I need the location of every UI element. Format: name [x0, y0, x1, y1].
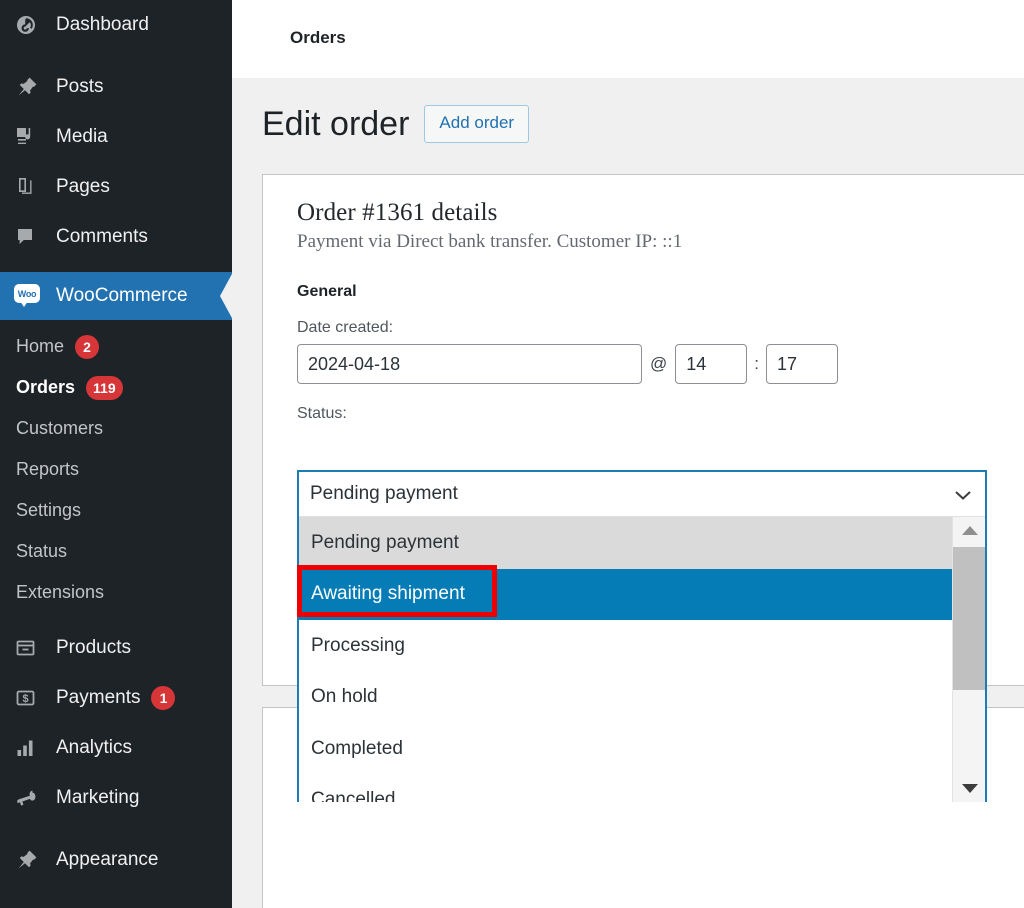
page-header: Edit order Add order	[262, 104, 530, 143]
option-processing[interactable]: Processing	[299, 620, 985, 672]
page-title: Edit order	[262, 104, 410, 143]
svg-text:$: $	[22, 693, 28, 705]
sidebar-subitem-label: Orders	[16, 377, 76, 397]
sidebar-subitem-label: Settings	[16, 500, 82, 520]
date-created-label: Date created:	[297, 319, 394, 336]
status-label: Status:	[297, 405, 347, 422]
sidebar-subitem-label: Status	[16, 541, 68, 561]
option-cancelled[interactable]: Cancelled	[299, 775, 985, 802]
active-menu-pointer	[220, 272, 232, 320]
sidebar-subitem-settings[interactable]: Settings	[0, 490, 232, 531]
order-status-selected-value: Pending payment	[310, 483, 458, 504]
sidebar-subitem-extensions[interactable]: Extensions	[0, 572, 232, 613]
date-created-input[interactable]	[297, 344, 642, 384]
sidebar-item-dashboard[interactable]: Dashboard	[0, 0, 232, 50]
marketing-icon	[14, 786, 50, 810]
order-status-option-list[interactable]: Pending payment Awaiting shipment Proces…	[299, 517, 985, 802]
sidebar-item-payments[interactable]: $ Payments 1	[0, 673, 232, 723]
sidebar-subitem-reports[interactable]: Reports	[0, 449, 232, 490]
woo-logo-icon: Woo	[14, 284, 50, 308]
option-pending-payment[interactable]: Pending payment	[299, 517, 985, 569]
dropdown-scrollbar[interactable]	[952, 517, 985, 802]
scroll-down-arrow-icon[interactable]	[953, 775, 985, 802]
payments-count-badge: 1	[151, 686, 176, 710]
products-icon	[14, 636, 50, 660]
at-separator: @	[650, 354, 668, 373]
sidebar-subitem-label: Home	[16, 336, 65, 356]
comment-icon	[14, 225, 50, 249]
sidebar-subitem-orders[interactable]: Orders 119	[0, 367, 232, 408]
order-title: Order #1361 details	[297, 199, 498, 226]
sidebar-item-posts[interactable]: Posts	[0, 62, 232, 112]
option-label: On hold	[311, 686, 378, 708]
home-count-badge: 2	[75, 334, 100, 359]
chevron-down-icon[interactable]	[953, 488, 973, 500]
sidebar-item-label: WooCommerce	[56, 285, 188, 306]
sidebar-subitem-label: Reports	[16, 459, 80, 479]
analytics-icon	[14, 736, 50, 760]
top-bar: Orders	[232, 0, 1024, 78]
option-label: Processing	[311, 634, 405, 656]
sidebar-subitem-label: Customers	[16, 418, 104, 438]
sidebar-item-products[interactable]: Products	[0, 623, 232, 673]
pages-icon	[14, 175, 50, 199]
sidebar-item-label: Pages	[56, 176, 110, 197]
sidebar-item-label: Appearance	[56, 849, 159, 870]
sidebar-item-label: Marketing	[56, 787, 140, 808]
sidebar-separator	[0, 262, 232, 272]
order-status-select-trigger[interactable]: Pending payment	[299, 472, 985, 517]
sidebar-subitem-customers[interactable]: Customers	[0, 408, 232, 449]
sidebar-item-label: Analytics	[56, 737, 133, 758]
sidebar-subitem-home[interactable]: Home 2	[0, 326, 232, 367]
scrollbar-thumb[interactable]	[953, 547, 985, 690]
order-status-select[interactable]: Pending payment Pending payment Awaiting…	[297, 470, 987, 802]
scroll-up-arrow-icon[interactable]	[953, 517, 985, 544]
add-order-button[interactable]: Add order	[424, 105, 530, 143]
sidebar-item-comments[interactable]: Comments	[0, 212, 232, 262]
media-icon	[14, 125, 50, 149]
appearance-icon	[14, 848, 50, 872]
sidebar-item-label: Posts	[56, 76, 104, 97]
option-label: Pending payment	[311, 531, 459, 553]
hour-input[interactable]	[675, 344, 748, 384]
sidebar-subitem-label: Extensions	[16, 582, 105, 602]
pin-icon	[14, 75, 50, 99]
admin-sidebar: Dashboard Posts Media Pages Comments Woo…	[0, 0, 232, 908]
general-section-label: General	[297, 283, 357, 300]
order-payment-info: Payment via Direct bank transfer. Custom…	[297, 231, 683, 252]
option-completed[interactable]: Completed	[299, 723, 985, 775]
sidebar-item-label: Products	[56, 637, 131, 658]
sidebar-item-woocommerce[interactable]: Woo WooCommerce	[0, 272, 232, 320]
screen-root: Dashboard Posts Media Pages Comments Woo…	[0, 0, 1024, 908]
date-created-row: @ :	[297, 344, 1024, 384]
sidebar-item-label: Comments	[56, 226, 148, 247]
option-label: Cancelled	[311, 789, 396, 802]
sidebar-item-analytics[interactable]: Analytics	[0, 723, 232, 773]
minute-input[interactable]	[766, 344, 838, 384]
sidebar-item-label: Media	[56, 126, 108, 147]
orders-count-badge: 119	[86, 375, 123, 400]
sidebar-item-label: Dashboard	[56, 14, 149, 35]
option-awaiting-shipment[interactable]: Awaiting shipment	[299, 568, 985, 620]
dashboard-icon	[14, 13, 50, 37]
option-label: Awaiting shipment	[311, 583, 465, 605]
payments-icon: $	[14, 686, 50, 710]
woocommerce-submenu: Home 2 Orders 119 Customers Reports Sett…	[0, 320, 232, 623]
time-colon-separator: :	[754, 354, 759, 373]
option-on-hold[interactable]: On hold	[299, 672, 985, 724]
option-label: Completed	[311, 737, 403, 759]
sidebar-item-label: Payments	[56, 687, 141, 708]
sidebar-subitem-status[interactable]: Status	[0, 531, 232, 572]
sidebar-item-appearance[interactable]: Appearance	[0, 835, 232, 885]
sidebar-item-marketing[interactable]: Marketing	[0, 773, 232, 823]
breadcrumb-orders[interactable]: Orders	[290, 28, 346, 48]
sidebar-item-pages[interactable]: Pages	[0, 162, 232, 212]
sidebar-item-media[interactable]: Media	[0, 112, 232, 162]
